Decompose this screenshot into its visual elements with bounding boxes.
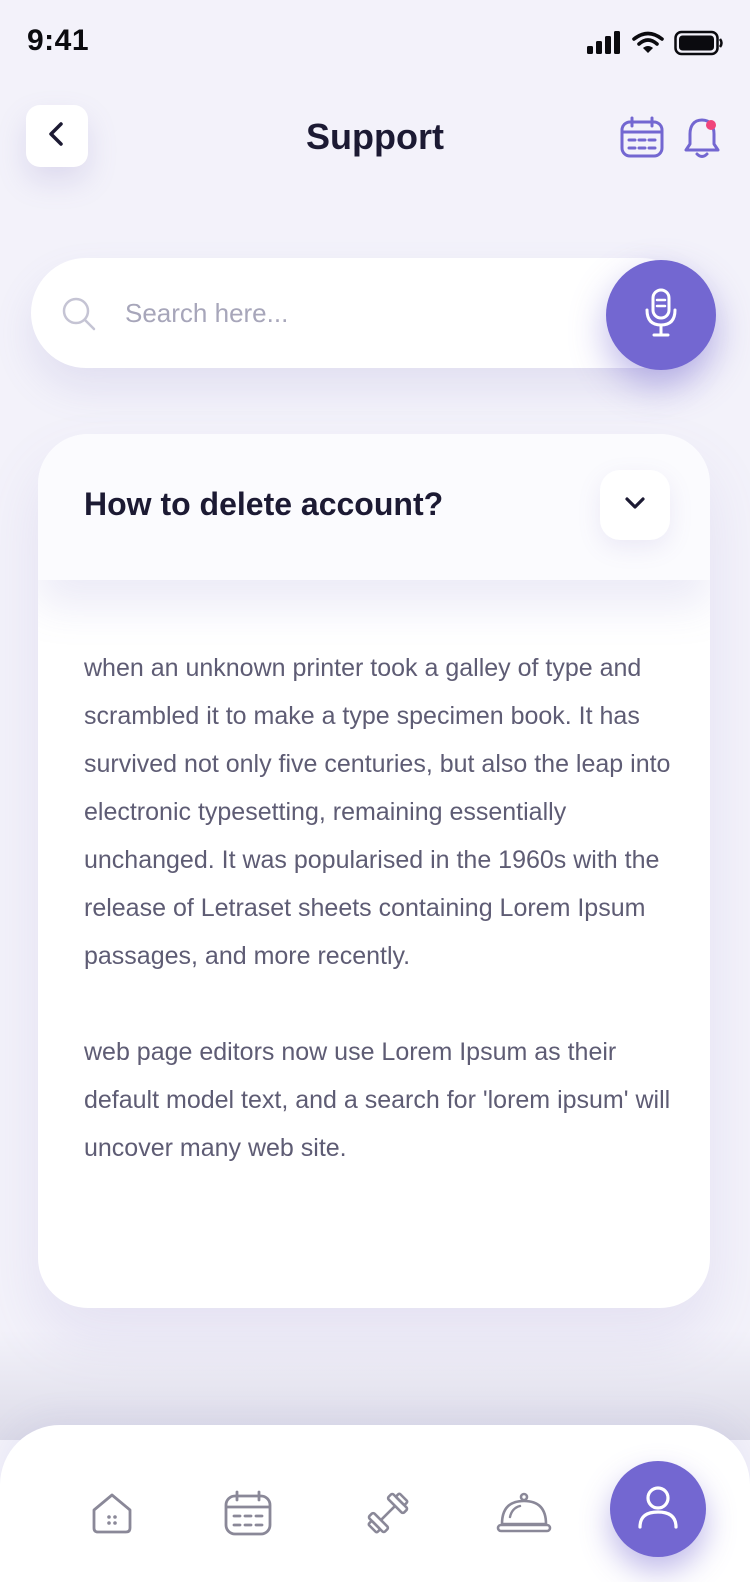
faq-answer-paragraph: web page editors now use Lorem Ipsum as … — [84, 1038, 671, 1162]
search-input[interactable] — [125, 288, 575, 338]
faq-header[interactable]: How to delete account? — [38, 434, 710, 580]
food-cloche-icon — [496, 1490, 552, 1541]
cellular-signal-icon — [586, 31, 622, 60]
calendar-icon — [620, 116, 664, 162]
status-icons — [586, 30, 724, 61]
chevron-down-icon — [623, 495, 647, 516]
home-icon — [89, 1490, 135, 1541]
faq-question: How to delete account? — [84, 486, 444, 522]
notifications-button[interactable] — [682, 116, 722, 165]
voice-search-button[interactable] — [606, 260, 716, 370]
faq-answer: when an unknown printer took a galley of… — [84, 644, 674, 1220]
dumbbell-icon — [364, 1489, 412, 1542]
bottom-nav — [0, 1425, 750, 1582]
bottom-shade — [0, 1330, 750, 1440]
nav-home[interactable] — [82, 1485, 142, 1545]
status-time: 9:41 — [27, 24, 90, 57]
search-icon — [61, 296, 97, 337]
faq-toggle-button[interactable] — [600, 470, 670, 540]
microphone-icon — [644, 288, 678, 343]
wifi-icon — [632, 31, 664, 60]
status-bar: 9:41 — [0, 0, 750, 84]
nav-calendar[interactable] — [218, 1485, 278, 1545]
nav-profile[interactable] — [610, 1461, 706, 1557]
calendar-button[interactable] — [620, 116, 664, 163]
bell-icon — [682, 118, 722, 164]
battery-icon — [674, 30, 724, 61]
faq-answer-paragraph: when an unknown printer took a galley of… — [84, 654, 671, 970]
faq-card: How to delete account? when an unknown p… — [38, 434, 710, 1308]
nav-workout[interactable] — [358, 1485, 418, 1545]
profile-icon — [636, 1484, 680, 1535]
search-bar — [31, 258, 696, 368]
calendar-icon — [224, 1490, 272, 1541]
nav-meals[interactable] — [494, 1485, 554, 1545]
